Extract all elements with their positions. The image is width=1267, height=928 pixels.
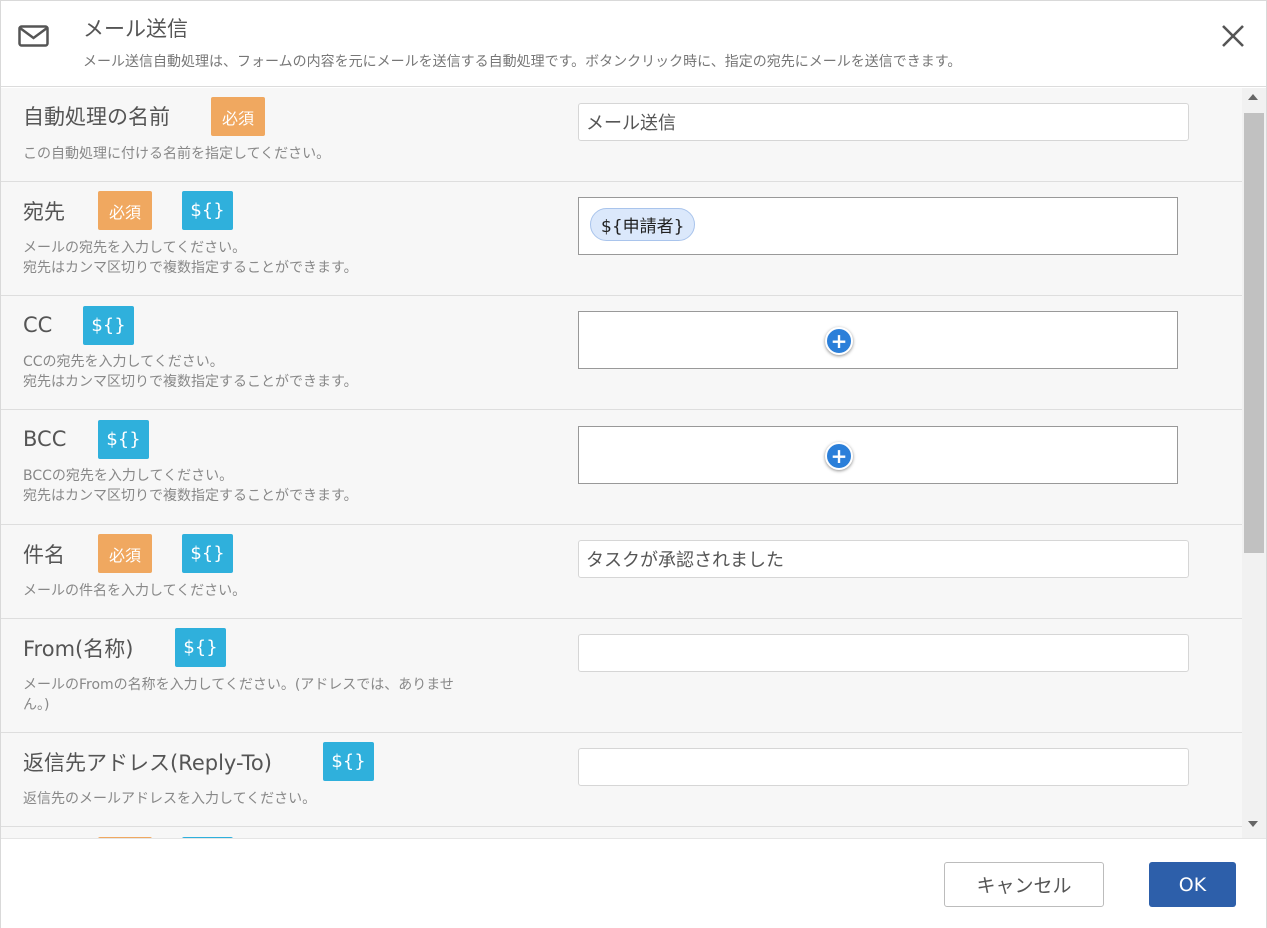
- ok-button[interactable]: OK: [1149, 862, 1236, 907]
- plus-circle-icon[interactable]: +: [825, 442, 853, 470]
- variable-insert-button[interactable]: ${}: [83, 306, 134, 345]
- field-label-subject: 件名: [23, 543, 65, 567]
- bcc-recipient-box[interactable]: +: [578, 426, 1178, 484]
- field-hint-cc: CCの宛先を入力してください。 宛先はカンマ区切りで複数指定することができます。: [23, 352, 553, 392]
- field-label-to: 宛先: [23, 200, 65, 224]
- mail-send-dialog: メール送信 メール送信自動処理は、フォームの内容を元にメールを送信する自動処理で…: [0, 0, 1267, 928]
- field-hint-bcc: BCCの宛先を入力してください。 宛先はカンマ区切りで複数指定することができます…: [23, 466, 553, 506]
- hint-line: ん。): [23, 697, 50, 713]
- scroll-down-icon[interactable]: [1248, 821, 1258, 827]
- required-badge: 必須: [98, 534, 152, 573]
- close-icon[interactable]: [1220, 23, 1246, 49]
- field-row-to: 宛先 必須 ${} メールの宛先を入力してください。 宛先はカンマ区切りで複数指…: [1, 182, 1242, 296]
- variable-insert-button[interactable]: ${}: [98, 420, 149, 459]
- field-label-cc: CC: [23, 313, 53, 337]
- dialog-footer: キャンセル OK: [1, 838, 1266, 928]
- hint-line: メールのFromの名称を入力してください。(アドレスでは、ありませ: [23, 677, 454, 693]
- dialog-description: メール送信自動処理は、フォームの内容を元にメールを送信する自動処理です。ボタンク…: [83, 54, 962, 70]
- field-row-name: 自動処理の名前 必須 この自動処理に付ける名前を指定してください。 メール送信: [1, 88, 1242, 182]
- form-content: 自動処理の名前 必須 この自動処理に付ける名前を指定してください。 メール送信 …: [1, 88, 1242, 838]
- field-hint-reply-to: 返信先のメールアドレスを入力してください。: [23, 791, 317, 807]
- plus-circle-icon[interactable]: +: [825, 327, 853, 355]
- vertical-scrollbar[interactable]: [1242, 88, 1266, 838]
- name-input[interactable]: メール送信: [578, 103, 1189, 141]
- field-row-partial: [1, 827, 1242, 838]
- dialog-title: メール送信: [83, 17, 188, 41]
- variable-insert-button[interactable]: ${}: [175, 628, 226, 667]
- variable-insert-button[interactable]: ${}: [323, 742, 374, 781]
- hint-line: メールの宛先を入力してください。: [23, 240, 247, 256]
- hint-line: BCCの宛先を入力してください。: [23, 468, 234, 484]
- hint-line: 宛先はカンマ区切りで複数指定することができます。: [23, 488, 358, 504]
- from-name-input[interactable]: [578, 634, 1189, 672]
- field-label-bcc: BCC: [23, 427, 67, 451]
- field-label-from-name: From(名称): [23, 637, 134, 661]
- field-hint-from-name: メールのFromの名称を入力してください。(アドレスでは、ありませ ん。): [23, 675, 553, 715]
- subject-input[interactable]: タスクが承認されました: [578, 540, 1189, 578]
- required-badge: 必須: [211, 97, 265, 136]
- cancel-button[interactable]: キャンセル: [944, 862, 1104, 907]
- field-hint-name: この自動処理に付ける名前を指定してください。: [23, 146, 331, 162]
- variable-insert-button[interactable]: ${}: [182, 534, 233, 573]
- hint-line: CCの宛先を入力してください。: [23, 354, 224, 370]
- scroll-up-icon[interactable]: [1248, 94, 1258, 100]
- reply-to-input[interactable]: [578, 748, 1189, 786]
- field-row-cc: CC ${} CCの宛先を入力してください。 宛先はカンマ区切りで複数指定するこ…: [1, 296, 1242, 410]
- field-hint-subject: メールの件名を入力してください。: [23, 583, 247, 599]
- scroll-thumb[interactable]: [1244, 113, 1264, 553]
- field-row-subject: 件名 必須 ${} メールの件名を入力してください。 タスクが承認されました: [1, 525, 1242, 619]
- field-hint-to: メールの宛先を入力してください。 宛先はカンマ区切りで複数指定することができます…: [23, 238, 553, 278]
- dialog-header: メール送信 メール送信自動処理は、フォームの内容を元にメールを送信する自動処理で…: [1, 1, 1266, 87]
- field-row-reply-to: 返信先アドレス(Reply-To) ${} 返信先のメールアドレスを入力してくだ…: [1, 733, 1242, 827]
- cc-recipient-box[interactable]: +: [578, 311, 1178, 369]
- to-recipient-box[interactable]: ${申請者}: [578, 197, 1178, 255]
- hint-line: 宛先はカンマ区切りで複数指定することができます。: [23, 374, 358, 390]
- variable-insert-button[interactable]: ${}: [182, 191, 233, 230]
- field-label-reply-to: 返信先アドレス(Reply-To): [23, 751, 272, 775]
- mail-icon: [18, 25, 49, 47]
- field-label-name: 自動処理の名前: [23, 105, 170, 129]
- required-badge: 必須: [98, 191, 152, 230]
- field-row-bcc: BCC ${} BCCの宛先を入力してください。 宛先はカンマ区切りで複数指定す…: [1, 410, 1242, 525]
- field-row-from-name: From(名称) ${} メールのFromの名称を入力してください。(アドレスで…: [1, 619, 1242, 733]
- hint-line: 宛先はカンマ区切りで複数指定することができます。: [23, 260, 358, 276]
- recipient-chip[interactable]: ${申請者}: [590, 208, 696, 241]
